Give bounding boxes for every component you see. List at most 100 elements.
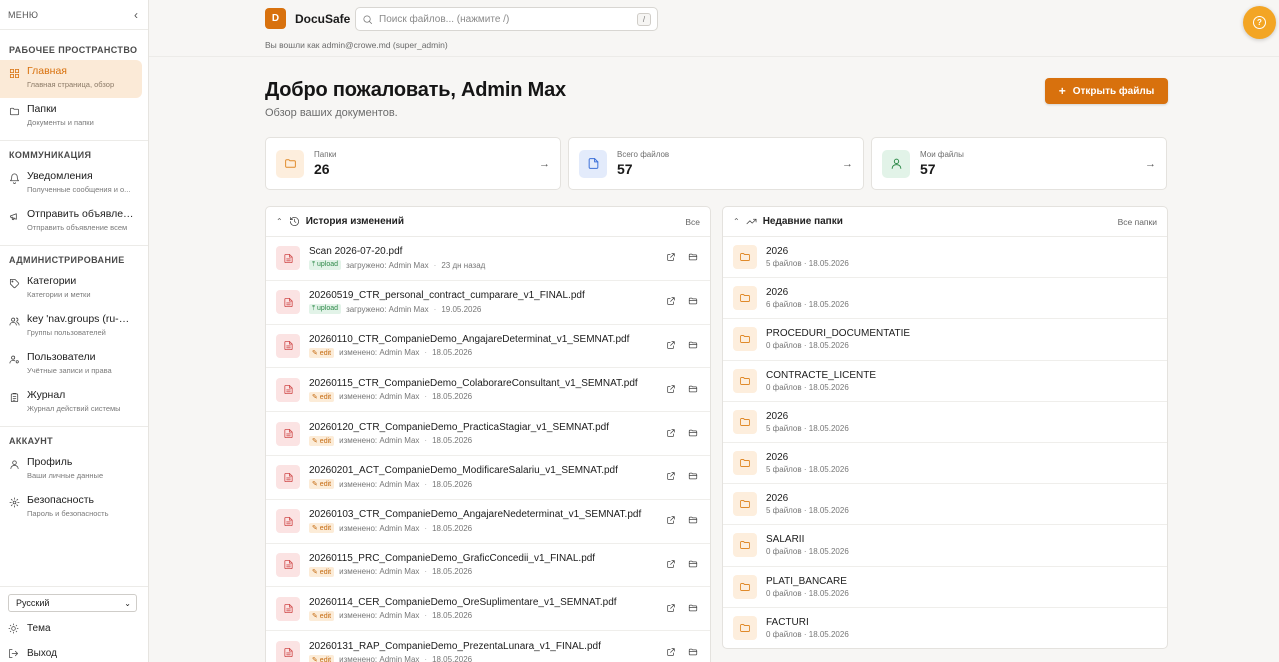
history-row[interactable]: 20260120_CTR_CompanieDemo_PracticaStagia… <box>266 412 710 456</box>
file-name[interactable]: 20260519_CTR_personal_contract_cumparare… <box>309 290 656 301</box>
search-input[interactable]: Поиск файлов... (нажмите /) <box>379 14 637 25</box>
sidebar-item-subtitle: Пароль и безопасность <box>27 509 109 518</box>
sidebar-item[interactable]: Журнал Журнал действий системы <box>0 384 142 422</box>
sidebar-item-text: Пользователи Учётные записи и права <box>27 351 112 375</box>
history-row[interactable]: 20260103_CTR_CompanieDemo_AngajareNedete… <box>266 500 710 544</box>
file-name[interactable]: 20260110_CTR_CompanieDemo_AngajareDeterm… <box>309 334 656 345</box>
external-link-icon[interactable] <box>666 647 678 659</box>
theme-toggle[interactable]: Тема <box>8 616 140 641</box>
stat-card[interactable]: Мои файлы 57 → <box>871 137 1167 190</box>
folder-row[interactable]: 2026 5 файлов · 18.05.2026 <box>723 443 1167 485</box>
open-folder-icon[interactable] <box>688 515 700 527</box>
chevron-left-icon[interactable]: ‹ <box>134 8 138 22</box>
folder-icon <box>8 105 20 117</box>
file-name[interactable]: Scan 2026-07-20.pdf <box>309 246 656 257</box>
history-row[interactable]: Scan 2026-07-20.pdf ⤒ upload загружено: Ad… <box>266 237 710 281</box>
collapse-caret-icon[interactable]: ⌃ <box>276 217 283 226</box>
history-row[interactable]: 20260131_RAP_CompanieDemo_PrezentaLunara… <box>266 631 710 662</box>
history-row[interactable]: 20260114_CER_CompanieDemo_OreSuplimentar… <box>266 587 710 632</box>
logout-button[interactable]: Выход <box>8 641 140 662</box>
open-folder-icon[interactable] <box>688 428 700 440</box>
folder-row-text: CONTRACTE_LICENTE 0 файлов · 18.05.2026 <box>766 370 876 392</box>
folder-row[interactable]: PROCEDURI_DOCUMENTATIE 0 файлов · 18.05.2… <box>723 319 1167 361</box>
file-name[interactable]: 20260201_ACT_CompanieDemo_ModificareSala… <box>309 465 656 476</box>
open-folder-icon[interactable] <box>688 647 700 659</box>
sidebar-item[interactable]: Безопасность Пароль и безопасность <box>0 489 142 527</box>
folder-row-text: PROCEDURI_DOCUMENTATIE 0 файлов · 18.05.2… <box>766 328 910 350</box>
app-logo[interactable]: D <box>265 8 286 29</box>
history-row[interactable]: 20260115_CTR_CompanieDemo_ColaborareCons… <box>266 368 710 413</box>
external-link-icon[interactable] <box>666 515 678 527</box>
folder-icon <box>733 533 757 558</box>
help-button[interactable]: ? <box>1243 6 1276 39</box>
stat-card[interactable]: Всего файлов 57 → <box>568 137 864 190</box>
open-folder-icon[interactable] <box>688 559 700 571</box>
sidebar-item[interactable]: Папки Документы и папки <box>0 98 142 136</box>
open-folder-icon[interactable] <box>688 384 700 396</box>
file-name[interactable]: 20260114_CER_CompanieDemo_OreSuplimentar… <box>309 597 656 608</box>
external-link-icon[interactable] <box>666 340 678 352</box>
history-row[interactable]: 20260201_ACT_CompanieDemo_ModificareSala… <box>266 456 710 500</box>
action-badge: ✎ edit <box>309 479 335 490</box>
open-folder-icon[interactable] <box>688 296 700 308</box>
plus-icon: + <box>1058 84 1066 98</box>
sidebar-item[interactable]: Главная Главная страница, обзор <box>0 60 142 98</box>
folders-all-link[interactable]: Все папки <box>1118 217 1157 227</box>
folder-row[interactable]: FACTURI 0 файлов · 18.05.2026 <box>723 608 1167 648</box>
folder-row[interactable]: 2026 6 файлов · 18.05.2026 <box>723 278 1167 320</box>
sidebar-item-subtitle: Главная страница, обзор <box>27 80 115 89</box>
sidebar-item[interactable]: Отправить объявление Отправить объявление… <box>0 203 142 241</box>
sidebar-item[interactable]: Профиль Ваши личные данные <box>0 451 142 489</box>
open-folder-icon[interactable] <box>688 340 700 352</box>
search-box[interactable]: Поиск файлов... (нажмите /) / <box>355 7 658 31</box>
row-actions <box>656 603 700 615</box>
file-icon <box>579 149 607 178</box>
sidebar: МЕНЮ ‹ РАБОЧЕЕ ПРОСТРАНСТВО Главная Главна… <box>0 0 149 662</box>
action-time: 18.05.2026 <box>432 655 473 662</box>
folder-row[interactable]: 2026 5 файлов · 18.05.2026 <box>723 402 1167 443</box>
sidebar-item[interactable]: Пользователи Учётные записи и права <box>0 346 142 384</box>
sidebar-item-subtitle: Полученные сообщения и о... <box>27 185 131 194</box>
external-link-icon[interactable] <box>666 428 678 440</box>
file-name[interactable]: 20260115_CTR_CompanieDemo_ColaborareCons… <box>309 378 656 389</box>
sidebar-item[interactable]: Уведомления Полученные сообщения и о... <box>0 165 142 203</box>
sidebar-item-subtitle: Журнал действий системы <box>27 404 121 413</box>
action-time: 18.05.2026 <box>432 479 473 489</box>
file-name[interactable]: 20260103_CTR_CompanieDemo_AngajareNedete… <box>309 509 656 520</box>
sidebar-section-title: АДМИНИСТРИРОВАНИЕ <box>9 255 125 265</box>
action-badge: ⤒ upload <box>309 260 342 271</box>
folder-name: 2026 <box>766 410 789 422</box>
user-icon <box>882 149 910 178</box>
sidebar-item[interactable]: key 'nav.groups (ru-RU... Группы пользова… <box>0 308 142 346</box>
file-name[interactable]: 20260120_CTR_CompanieDemo_PracticaStagia… <box>309 422 656 433</box>
pdf-file-icon <box>276 421 300 446</box>
external-link-icon[interactable] <box>666 252 678 264</box>
external-link-icon[interactable] <box>666 384 678 396</box>
sidebar-item-subtitle: Ваши личные данные <box>27 471 104 480</box>
open-folder-icon[interactable] <box>688 603 700 615</box>
file-name[interactable]: 20260131_RAP_CompanieDemo_PrezentaLunara… <box>309 641 656 652</box>
collapse-caret-icon[interactable]: ⌃ <box>733 217 740 226</box>
history-row[interactable]: 20260110_CTR_CompanieDemo_AngajareDeterm… <box>266 325 710 369</box>
folder-row[interactable]: SALARII 0 файлов · 18.05.2026 <box>723 525 1167 567</box>
external-link-icon[interactable] <box>666 471 678 483</box>
external-link-icon[interactable] <box>666 559 678 571</box>
external-link-icon[interactable] <box>666 603 678 615</box>
folder-name: 2026 <box>766 493 789 505</box>
open-files-button[interactable]: + Открыть файлы <box>1045 78 1168 104</box>
history-all-link[interactable]: Все <box>685 217 700 227</box>
folder-row[interactable]: 2026 5 файлов · 18.05.2026 <box>723 484 1167 526</box>
history-row[interactable]: 20260115_PRC_CompanieDemo_GraficConcedii… <box>266 544 710 588</box>
history-row[interactable]: 20260519_CTR_personal_contract_cumparare… <box>266 281 710 325</box>
file-name[interactable]: 20260115_PRC_CompanieDemo_GraficConcedii… <box>309 553 656 564</box>
folder-row[interactable]: 2026 5 файлов · 18.05.2026 <box>723 237 1167 279</box>
language-select[interactable]: Русский ⌄ <box>8 594 137 612</box>
sidebar-item[interactable]: Категории Категории и метки <box>0 270 142 308</box>
folder-row-text: 2026 6 файлов · 18.05.2026 <box>766 287 849 309</box>
folder-row[interactable]: PLATI_BANCARE 0 файлов · 18.05.2026 <box>723 567 1167 608</box>
stat-card[interactable]: Папки 26 → <box>265 137 561 190</box>
external-link-icon[interactable] <box>666 296 678 308</box>
open-folder-icon[interactable] <box>688 471 700 483</box>
open-folder-icon[interactable] <box>688 252 700 264</box>
folder-row[interactable]: CONTRACTE_LICENTE 0 файлов · 18.05.2026 <box>723 361 1167 402</box>
